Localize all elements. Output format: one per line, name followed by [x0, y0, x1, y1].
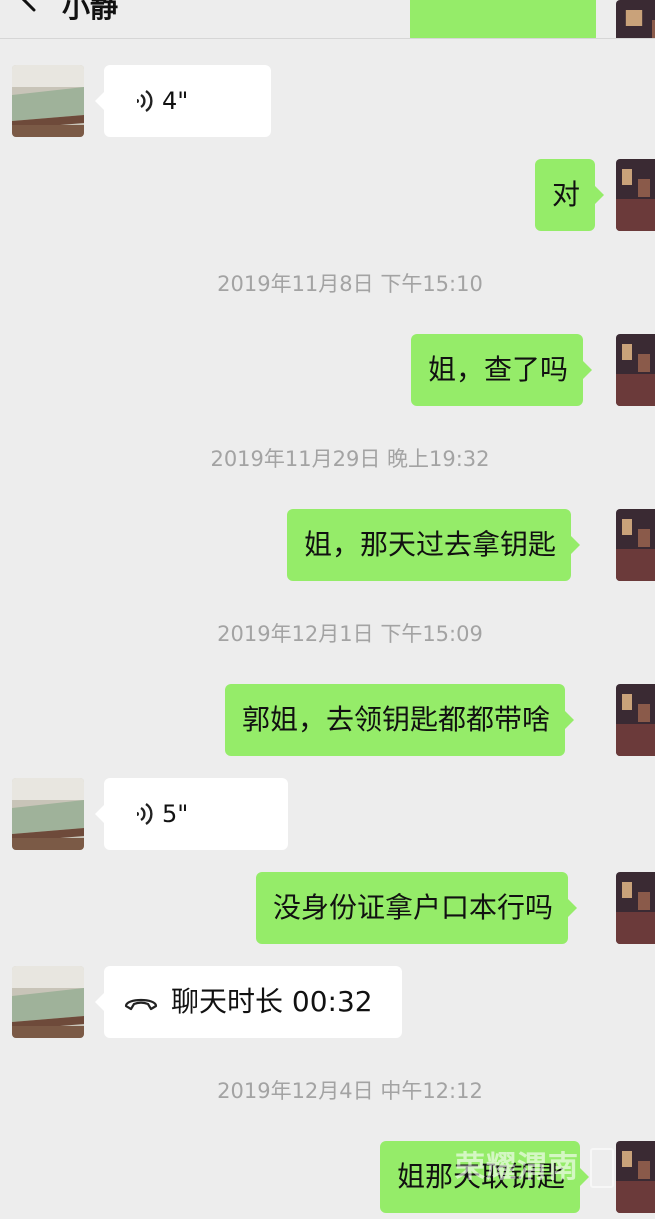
my-avatar[interactable]: [616, 872, 655, 944]
my-avatar[interactable]: [616, 159, 655, 231]
voice-duration: 5": [162, 800, 189, 828]
outgoing-bubble-partial[interactable]: [410, 0, 596, 38]
back-arrow-icon[interactable]: [14, 0, 42, 12]
my-avatar[interactable]: [616, 334, 655, 406]
my-avatar[interactable]: [616, 509, 655, 581]
voice-message[interactable]: 5": [95, 778, 288, 850]
call-record-message[interactable]: 聊天时长 00:32: [95, 966, 402, 1038]
watermark: 荣耀渭南: [455, 1150, 579, 1185]
voice-duration: 4": [162, 87, 189, 115]
timestamp: 2019年11月29日 晚上19:32: [210, 447, 490, 471]
contact-avatar[interactable]: [12, 65, 84, 137]
watermark-stamp: [590, 1148, 614, 1188]
chat-header: 小静: [0, 0, 655, 39]
timestamp: 2019年12月1日 下午15:09: [217, 622, 483, 646]
outgoing-message[interactable]: 没身份证拿户口本行吗: [256, 872, 578, 944]
outgoing-message[interactable]: 姐，查了吗: [411, 334, 593, 406]
timestamp: 2019年11月8日 下午15:10: [217, 272, 483, 296]
my-avatar[interactable]: [616, 1141, 655, 1213]
outgoing-message[interactable]: 郭姐，去领钥匙都都带啥: [225, 684, 575, 756]
call-duration: 聊天时长 00:32: [171, 985, 373, 1018]
phone-handset-icon: [124, 998, 158, 1011]
voice-message[interactable]: 4": [95, 65, 271, 137]
my-avatar[interactable]: [616, 0, 655, 38]
outgoing-message[interactable]: 姐，那天过去拿钥匙: [287, 509, 581, 581]
outgoing-message[interactable]: 对: [535, 159, 605, 231]
contact-avatar[interactable]: [12, 778, 84, 850]
voice-wave-icon: [137, 803, 153, 825]
contact-avatar[interactable]: [12, 966, 84, 1038]
my-avatar[interactable]: [616, 684, 655, 756]
chat-title: 小静: [62, 0, 119, 24]
voice-wave-icon: [137, 90, 153, 112]
timestamp: 2019年12月4日 中午12:12: [217, 1079, 483, 1103]
